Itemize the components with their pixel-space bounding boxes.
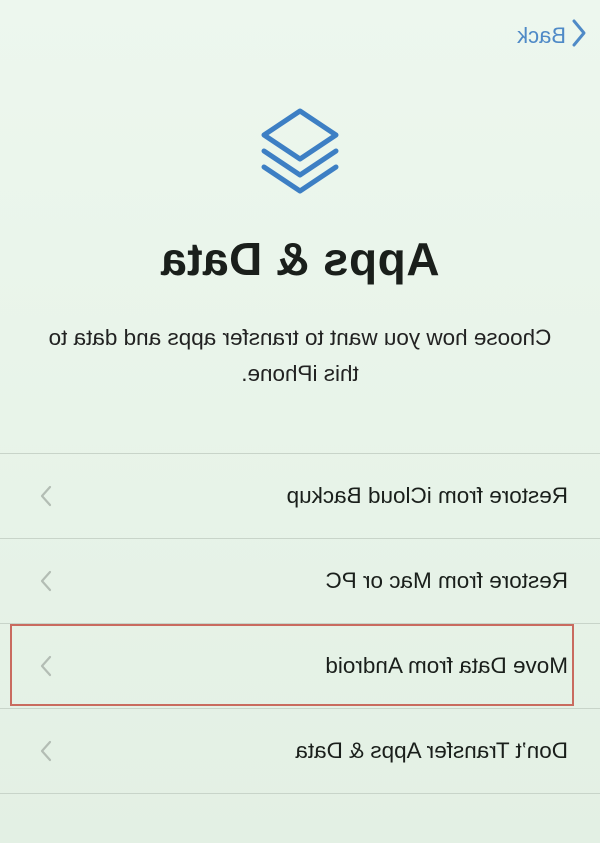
option-label: Move Data from Android — [325, 653, 568, 678]
option-label: Don’t Transfer Apps & Data — [295, 738, 568, 763]
page-title: Apps & Data — [160, 233, 440, 285]
option-restore-mac-pc[interactable]: Restore from Mac or PC — [0, 539, 600, 624]
chevron-right-icon — [40, 655, 52, 677]
apps-and-data-screen: Back Apps & Data Choose how you want to … — [0, 0, 600, 843]
stacked-layers-icon — [261, 108, 339, 194]
option-restore-icloud[interactable]: Restore from iCloud Backup — [0, 454, 600, 539]
chevron-right-icon — [40, 570, 52, 592]
back-button[interactable]: Back — [517, 18, 588, 54]
option-dont-transfer[interactable]: Don’t Transfer Apps & Data — [0, 709, 600, 794]
chevron-right-icon — [40, 485, 52, 507]
option-label: Restore from iCloud Backup — [286, 483, 568, 508]
back-label: Back — [517, 23, 566, 48]
option-move-from-android[interactable]: Move Data from Android — [0, 624, 600, 709]
option-label: Restore from Mac or PC — [325, 568, 568, 593]
page-subtitle: Choose how you want to transfer apps and… — [48, 325, 552, 386]
chevron-right-icon — [40, 740, 52, 762]
chevron-left-icon — [570, 18, 588, 54]
transfer-options-list: Restore from iCloud Backup Restore from … — [0, 453, 600, 794]
